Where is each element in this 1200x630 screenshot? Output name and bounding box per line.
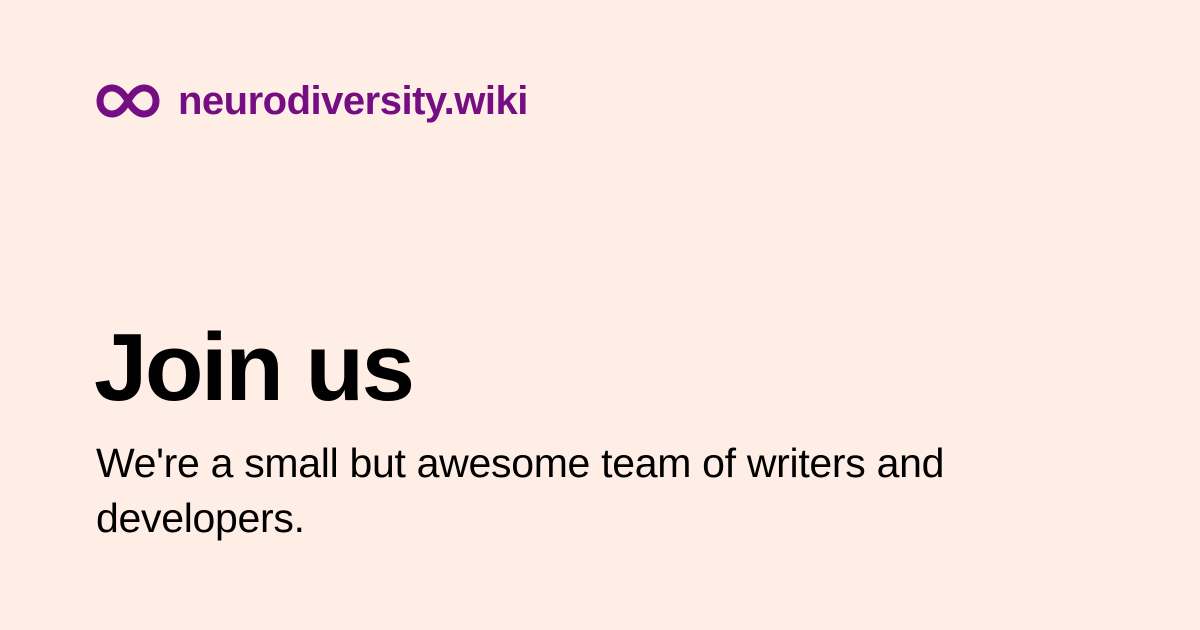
infinity-icon [96,84,160,118]
site-logo[interactable]: neurodiversity.wiki [96,80,528,122]
page-subtitle: We're a small but awesome team of writer… [96,440,945,541]
page-title: Join us [94,314,415,421]
site-name: neurodiversity.wiki [178,79,528,123]
social-card: neurodiversity.wiki Join us We're a smal… [0,0,1200,630]
infinity-icon-path [96,84,160,118]
